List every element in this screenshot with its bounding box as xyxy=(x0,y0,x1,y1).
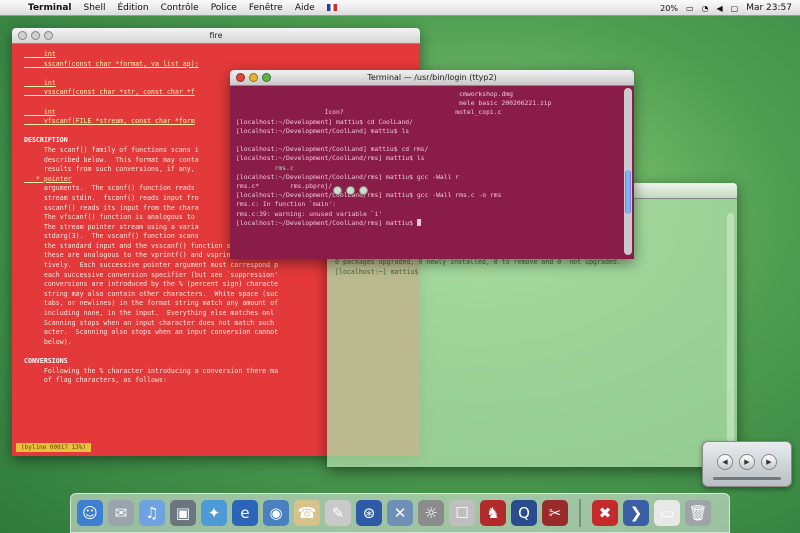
menu-bar: Terminal Shell Édition Contrôle Police F… xyxy=(0,0,800,16)
terminal-scrollbar[interactable] xyxy=(624,88,632,255)
close-button[interactable] xyxy=(236,73,245,82)
terminal-line: cmworkshop.dmg xyxy=(236,90,514,98)
close-button[interactable] xyxy=(18,31,27,40)
terminal-line: Icon? motel_copi.c xyxy=(236,108,502,117)
menu-controle[interactable]: Contrôle xyxy=(155,3,205,13)
man-page-line: sscanf(const char *format, va_list ap); xyxy=(24,59,199,68)
menu-edition[interactable]: Édition xyxy=(111,3,154,13)
menu-clock[interactable]: Mar 23:57 xyxy=(746,3,792,13)
sherlock-icon[interactable]: ◉ xyxy=(263,500,289,526)
play-button[interactable]: ▶ xyxy=(739,454,755,470)
man-window-title: fire xyxy=(209,31,223,40)
photo-app-icon[interactable]: ☼ xyxy=(418,500,444,526)
dock: ☺ ✉ ♫ ▣ ✦ e ◉ ☎ ✎ ⊛ ✕ ☼ ☐ ♞ Q ✂ ✖ ❯ ▭ 🗑 xyxy=(70,493,730,533)
terminal-line: rms.c:39: warning: unused variable `i' xyxy=(236,209,383,218)
mail-icon[interactable]: ✉ xyxy=(108,500,134,526)
terminal-line: [localhost:~/Development/CoolLand/rms] m… xyxy=(236,154,425,163)
menu-shell[interactable]: Shell xyxy=(78,3,112,13)
itunes-icon[interactable]: ♫ xyxy=(139,500,165,526)
vertical-scrollbar[interactable]: ▲ ▼ xyxy=(727,213,734,459)
battery-icon[interactable]: ▭ xyxy=(686,4,694,13)
menu-aide[interactable]: Aide xyxy=(289,3,321,13)
documents-icon[interactable]: ▭ xyxy=(654,500,680,526)
minimize-button[interactable] xyxy=(346,186,355,195)
man-page-line: int xyxy=(24,50,56,58)
imovie-icon[interactable]: ✦ xyxy=(201,500,227,526)
close-button[interactable] xyxy=(333,186,342,195)
terminal-text[interactable]: cmworkshop.dmg mele basic 200206221.zip … xyxy=(230,86,634,228)
terminal-line: mele basic 200206221.zip xyxy=(236,99,552,108)
man-status-bar: (byline 00017 13%) xyxy=(16,443,92,452)
battery-percent[interactable]: 20% xyxy=(660,4,678,13)
menu-extras: 20% ▭ ◔ ◀ ▢ Mar 23:57 xyxy=(660,0,792,16)
internet-explorer-icon[interactable]: e xyxy=(232,500,258,526)
terminal-line: rms.c: In function `main': xyxy=(236,200,337,209)
iphoto-icon[interactable]: ▣ xyxy=(170,500,196,526)
volume-slider[interactable] xyxy=(713,477,781,480)
minimize-button[interactable] xyxy=(31,31,40,40)
green-terminal-line: [localhost:~] mattiu$ xyxy=(335,267,419,276)
stuffit-icon[interactable]: ✂ xyxy=(542,500,568,526)
menu-fenetre[interactable]: Fenêtre xyxy=(243,3,289,13)
terminal-line: [localhost:~/Development/CoolLand/rms] m… xyxy=(236,191,502,200)
menu-police[interactable]: Police xyxy=(205,3,243,13)
terminal-icon[interactable]: ❯ xyxy=(623,500,649,526)
terminal-line: [localhost:~/Development/CoolLand/rms] m… xyxy=(236,218,626,228)
terminal-line: [localhost:~/Development/CoolLand/rms] m… xyxy=(236,172,460,181)
text-cursor xyxy=(416,218,421,226)
chess-icon[interactable]: ♞ xyxy=(480,500,506,526)
display-icon[interactable]: ▢ xyxy=(731,4,739,13)
terminal-line: [localhost:~/Development/CoolLand] matti… xyxy=(236,145,429,154)
terminal-line: rms.c* rms.pbproj/ xyxy=(236,182,333,191)
scrollbar-thumb[interactable] xyxy=(625,170,631,214)
terminal-line: [localhost:~/Development/CoolLand] matti… xyxy=(236,126,410,135)
man-window-titlebar[interactable]: fire xyxy=(12,28,420,44)
terminal-window: Terminal — /usr/bin/login (ttyp2) cmwork… xyxy=(230,70,634,259)
terminal-title: Terminal — /usr/bin/login (ttyp2) xyxy=(367,73,497,82)
menu-app-terminal[interactable]: Terminal xyxy=(22,3,78,13)
terminal-line: [localhost:~/Development] mattiu$ cd Coo… xyxy=(236,117,413,126)
network-icon[interactable]: ⊛ xyxy=(356,500,382,526)
dock-separator xyxy=(579,499,581,527)
zoom-button[interactable] xyxy=(44,31,53,40)
zoom-button[interactable] xyxy=(262,73,271,82)
trash-icon[interactable]: 🗑 xyxy=(685,500,711,526)
ichat-icon[interactable]: ☎ xyxy=(294,500,320,526)
zoom-button[interactable] xyxy=(359,186,368,195)
french-flag-icon[interactable] xyxy=(326,4,337,11)
terminal-line: rms.c xyxy=(236,163,294,172)
terminal-titlebar[interactable]: Terminal — /usr/bin/login (ttyp2) xyxy=(230,70,634,86)
minimize-button[interactable] xyxy=(249,73,258,82)
airport-icon[interactable]: ◔ xyxy=(702,4,709,13)
previous-track-button[interactable]: ◀ xyxy=(717,454,733,470)
green-terminal-line: 0 packages upgraded, 0 newly installed, … xyxy=(335,258,621,267)
itunes-mini-player: ◀ ▶ ▶ xyxy=(702,441,792,487)
next-track-button[interactable]: ▶ xyxy=(761,454,777,470)
preview-icon[interactable]: ☐ xyxy=(449,500,475,526)
text-edit-icon[interactable]: ✎ xyxy=(325,500,351,526)
x11-icon[interactable]: ✖ xyxy=(592,500,618,526)
utilities-icon[interactable]: ✕ xyxy=(387,500,413,526)
quicktime-icon[interactable]: Q xyxy=(511,500,537,526)
volume-icon[interactable]: ◀ xyxy=(717,4,723,13)
finder-icon[interactable]: ☺ xyxy=(77,500,103,526)
